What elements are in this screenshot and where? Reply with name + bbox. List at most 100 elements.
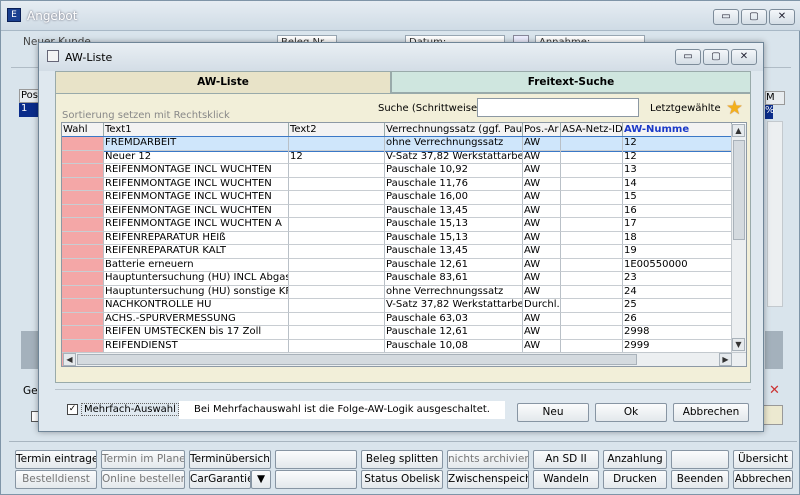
wahl-cell[interactable] xyxy=(62,245,104,259)
wahl-cell[interactable] xyxy=(62,285,104,299)
table-cell[interactable]: 1E00550000 xyxy=(623,258,732,272)
table-cell[interactable]: Pauschale 10,08 xyxy=(385,339,523,353)
table-cell[interactable]: V-Satz 37,82 Werkstattarbeit xyxy=(385,299,523,313)
blank-button-2[interactable] xyxy=(671,450,729,469)
table-row[interactable]: Hauptuntersuchung (HU) sonstige KFZ ohne … xyxy=(62,285,732,299)
table-cell[interactable] xyxy=(289,177,385,191)
table-cell[interactable]: 14 xyxy=(623,177,732,191)
table-cell[interactable]: 23 xyxy=(623,272,732,286)
dialog-maximize-button[interactable]: ▢ xyxy=(703,49,729,65)
blank-button-1[interactable] xyxy=(275,450,357,469)
abbrechen-parent-button[interactable]: Abbrechen xyxy=(733,470,793,489)
nichts-archiviert-button[interactable]: nichts archiviert xyxy=(447,450,529,469)
table-row[interactable]: REIFENMONTAGE INCL WUCHTEN Pauschale 16,0… xyxy=(62,191,732,205)
table-cell[interactable]: AW xyxy=(523,191,561,205)
table-cell[interactable]: Pauschale 83,61 xyxy=(385,272,523,286)
table-cell[interactable]: AW xyxy=(523,339,561,353)
table-vertical-scrollbar[interactable]: ▲ ▼ xyxy=(731,124,746,352)
table-cell[interactable]: 18 xyxy=(623,231,732,245)
table-cell[interactable] xyxy=(561,137,623,151)
dialog-minimize-button[interactable]: ▭ xyxy=(675,49,701,65)
table-cell[interactable] xyxy=(289,245,385,259)
table-cell[interactable]: 26 xyxy=(623,312,732,326)
table-cell[interactable]: AW xyxy=(523,150,561,164)
scroll-down-icon[interactable]: ▼ xyxy=(732,338,745,351)
zwischenspeichern-button[interactable]: Zwischenspeich. xyxy=(447,470,529,489)
table-cell[interactable]: AW xyxy=(523,204,561,218)
ok-button[interactable]: Ok xyxy=(595,403,667,422)
column-header-6[interactable]: AW-Numme xyxy=(623,123,732,137)
table-cell[interactable] xyxy=(289,204,385,218)
table-cell[interactable]: Pauschale 13,45 xyxy=(385,204,523,218)
table-cell[interactable]: 15 xyxy=(623,191,732,205)
table-row[interactable]: REIFENDIENST Pauschale 10,08 AW 2999 xyxy=(62,339,732,353)
table-cell[interactable]: AW xyxy=(523,245,561,259)
table-cell[interactable]: Durchl. xyxy=(523,299,561,313)
table-row[interactable]: Hauptuntersuchung (HU) INCL Abgasu Pausch… xyxy=(62,272,732,286)
table-cell[interactable] xyxy=(289,137,385,151)
table-cell[interactable]: Pauschale 15,13 xyxy=(385,218,523,232)
table-cell[interactable]: 24 xyxy=(623,285,732,299)
column-header-3[interactable]: Verrechnungssatz (ggf. Paus xyxy=(385,123,523,137)
table-cell[interactable]: Pauschale 15,13 xyxy=(385,231,523,245)
table-cell[interactable] xyxy=(561,326,623,340)
table-row[interactable]: REIFENMONTAGE INCL WUCHTEN A Pauschale 15… xyxy=(62,218,732,232)
beleg-splitten-button[interactable]: Beleg splitten xyxy=(361,450,443,469)
wahl-cell[interactable] xyxy=(62,218,104,232)
anzahlung-button[interactable]: Anzahlung xyxy=(603,450,667,469)
table-cell[interactable]: Pauschale 16,00 xyxy=(385,191,523,205)
table-horizontal-scrollbar[interactable]: ◀ ▶ xyxy=(63,352,746,366)
table-cell[interactable]: AW xyxy=(523,177,561,191)
wahl-cell[interactable] xyxy=(62,191,104,205)
wahl-cell[interactable] xyxy=(62,204,104,218)
table-cell[interactable]: 12 xyxy=(623,150,732,164)
table-cell[interactable] xyxy=(561,218,623,232)
table-cell[interactable]: Pauschale 13,45 xyxy=(385,245,523,259)
table-cell[interactable] xyxy=(561,299,623,313)
table-cell[interactable]: Neuer 12 xyxy=(104,150,289,164)
an-sd-ii-button[interactable]: An SD II xyxy=(533,450,599,469)
table-cell[interactable]: AW xyxy=(523,231,561,245)
search-input[interactable] xyxy=(477,98,639,117)
wahl-cell[interactable] xyxy=(62,312,104,326)
table-cell[interactable]: Pauschale 10,92 xyxy=(385,164,523,178)
red-close-icon[interactable]: ✕ xyxy=(769,383,780,398)
table-cell[interactable]: 2998 xyxy=(623,326,732,340)
table-cell[interactable]: AW xyxy=(523,258,561,272)
table-cell[interactable]: REIFENREPARATUR KALT xyxy=(104,245,289,259)
table-row[interactable]: ACHS.-SPURVERMESSUNG Pauschale 63,03 AW 26 xyxy=(62,312,732,326)
wahl-cell[interactable] xyxy=(62,177,104,191)
table-cell[interactable] xyxy=(561,258,623,272)
parent-close-button[interactable]: ✕ xyxy=(769,9,795,25)
table-cell[interactable]: REIFENMONTAGE INCL WUCHTEN xyxy=(104,204,289,218)
beenden-button[interactable]: Beenden xyxy=(671,470,729,489)
parent-maximize-button[interactable]: ▢ xyxy=(741,9,767,25)
table-cell[interactable] xyxy=(561,191,623,205)
wahl-cell[interactable] xyxy=(62,137,104,151)
hscroll-thumb[interactable] xyxy=(77,354,637,365)
wahl-cell[interactable] xyxy=(62,272,104,286)
table-cell[interactable] xyxy=(561,177,623,191)
table-cell[interactable]: REIFENDIENST xyxy=(104,339,289,353)
table-cell[interactable]: ohne Verrechnungssatz xyxy=(385,137,523,151)
cargarantie-dropdown-icon[interactable]: ▼ xyxy=(251,470,271,489)
table-cell[interactable]: REIFENREPARATUR HEIß xyxy=(104,231,289,245)
table-cell[interactable] xyxy=(289,272,385,286)
table-cell[interactable]: ACHS.-SPURVERMESSUNG xyxy=(104,312,289,326)
table-cell[interactable] xyxy=(561,285,623,299)
table-cell[interactable]: AW xyxy=(523,326,561,340)
status-obelisk-button[interactable]: Status Obelisk xyxy=(361,470,443,489)
wahl-cell[interactable] xyxy=(62,164,104,178)
wandeln-button[interactable]: Wandeln xyxy=(533,470,599,489)
online-bestellen-button[interactable]: Online bestellen xyxy=(101,470,185,489)
table-cell[interactable] xyxy=(289,258,385,272)
table-cell[interactable] xyxy=(289,231,385,245)
table-row[interactable]: REIFENMONTAGE INCL WUCHTEN Pauschale 10,9… xyxy=(62,164,732,178)
table-row[interactable]: FREMDARBEIT ohne Verrechnungssatz AW 12 xyxy=(62,136,733,152)
parent-field-right[interactable] xyxy=(763,405,783,425)
table-cell[interactable]: 25 xyxy=(623,299,732,313)
table-cell[interactable]: 19 xyxy=(623,245,732,259)
table-cell[interactable] xyxy=(289,339,385,353)
uebersicht-button[interactable]: Übersicht xyxy=(733,450,793,469)
column-header-1[interactable]: Text1 xyxy=(104,123,289,137)
